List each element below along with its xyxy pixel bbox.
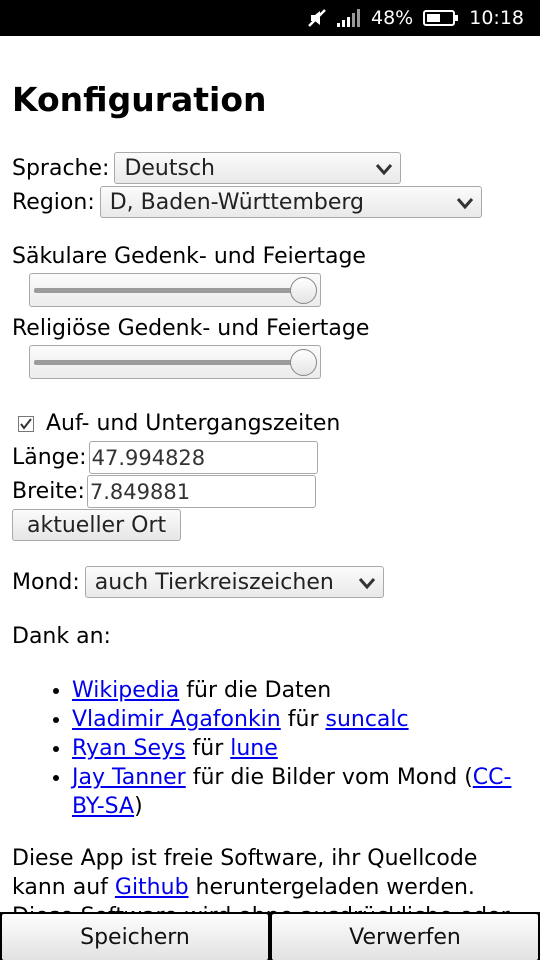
moon-select[interactable]: auch Tierkreiszeichen [84, 566, 384, 599]
moon-row: Mond: auch Tierkreiszeichen [12, 566, 384, 598]
list-item: Vladimir Agafonkin für suncalc [72, 705, 532, 734]
config-page: Konfiguration Sprache: Deutsch Region: D… [0, 36, 540, 912]
signal-icon [337, 9, 361, 27]
about-text: Diese App ist freie Software, ihr Quellc… [12, 844, 512, 912]
slider-thumb[interactable] [290, 349, 317, 376]
page-title: Konfiguration [12, 80, 267, 119]
language-value: Deutsch [124, 155, 215, 181]
region-row: Region: D, Baden-Württemberg [12, 186, 482, 218]
religious-label: Religiöse Gedenk- und Feiertage [12, 316, 370, 341]
status-bar: 48% 10:18 [0, 0, 540, 36]
list-item-text: für die Bilder vom Mond [192, 765, 458, 790]
thanks-list: Wikipedia für die Daten Vladimir Agafonk… [0, 676, 532, 821]
longitude-input[interactable] [88, 441, 318, 474]
sun-times-row: Auf- und Untergangszeiten [12, 411, 340, 436]
battery-percent: 48% [371, 7, 414, 29]
list-item: Wikipedia für die Daten [72, 676, 532, 705]
lune-link[interactable]: lune [230, 736, 278, 761]
check-icon [20, 417, 32, 430]
jay-tanner-link[interactable]: Jay Tanner [72, 765, 186, 790]
list-item-text: für die Daten [186, 678, 332, 703]
ryan-seys-link[interactable]: Ryan Seys [72, 736, 186, 761]
chevron-down-icon [357, 573, 377, 599]
chevron-down-icon [455, 193, 475, 219]
about-text-2: heruntergeladen werden. [195, 875, 475, 900]
slider-track [34, 360, 316, 365]
action-bar: Speichern Verwerfen [0, 912, 540, 960]
battery-icon [423, 9, 459, 27]
github-link[interactable]: Github [115, 875, 189, 900]
latitude-row: Breite: [12, 475, 316, 508]
slider-track [34, 288, 316, 293]
secular-label: Säkulare Gedenk- und Feiertage [12, 244, 366, 269]
longitude-row: Länge: [12, 441, 318, 474]
sun-times-checkbox[interactable] [18, 415, 34, 432]
region-label: Region: [12, 189, 95, 215]
thanks-heading: Dank an: [12, 624, 111, 649]
latitude-input[interactable] [86, 475, 316, 508]
region-select[interactable]: D, Baden-Württemberg [99, 186, 482, 219]
language-label: Sprache: [12, 155, 110, 181]
discard-button[interactable]: Verwerfen [272, 914, 538, 960]
sun-times-label: Auf- und Untergangszeiten [46, 411, 341, 436]
list-item-text: für [192, 736, 224, 761]
current-location-button[interactable]: aktueller Ort [12, 509, 182, 541]
about-text-3: Diese Software wird ohne ausdrückliche o… [12, 904, 510, 912]
paren-open: ( [464, 765, 473, 790]
wikipedia-link[interactable]: Wikipedia [72, 678, 179, 703]
language-row: Sprache: Deutsch [12, 152, 402, 185]
language-select[interactable]: Deutsch [114, 152, 402, 185]
moon-value: auch Tierkreiszeichen [94, 569, 334, 595]
list-item: Jay Tanner für die Bilder vom Mond (CC-B… [72, 763, 532, 821]
moon-label: Mond: [12, 569, 80, 595]
region-value: D, Baden-Württemberg [109, 189, 365, 215]
list-item-text: für [287, 707, 319, 732]
list-item: Ryan Seys für lune [72, 734, 532, 763]
mute-icon [307, 8, 327, 28]
secular-slider[interactable] [29, 273, 321, 307]
suncalc-link[interactable]: suncalc [325, 707, 408, 732]
paren-close: ) [134, 794, 143, 819]
save-button[interactable]: Speichern [2, 914, 268, 960]
slider-thumb[interactable] [290, 277, 317, 304]
religious-slider[interactable] [29, 345, 321, 379]
chevron-down-icon [374, 159, 394, 185]
clock: 10:18 [469, 7, 524, 29]
agafonkin-link[interactable]: Vladimir Agafonkin [72, 707, 281, 732]
latitude-label: Breite: [12, 479, 85, 504]
longitude-label: Länge: [12, 445, 87, 470]
